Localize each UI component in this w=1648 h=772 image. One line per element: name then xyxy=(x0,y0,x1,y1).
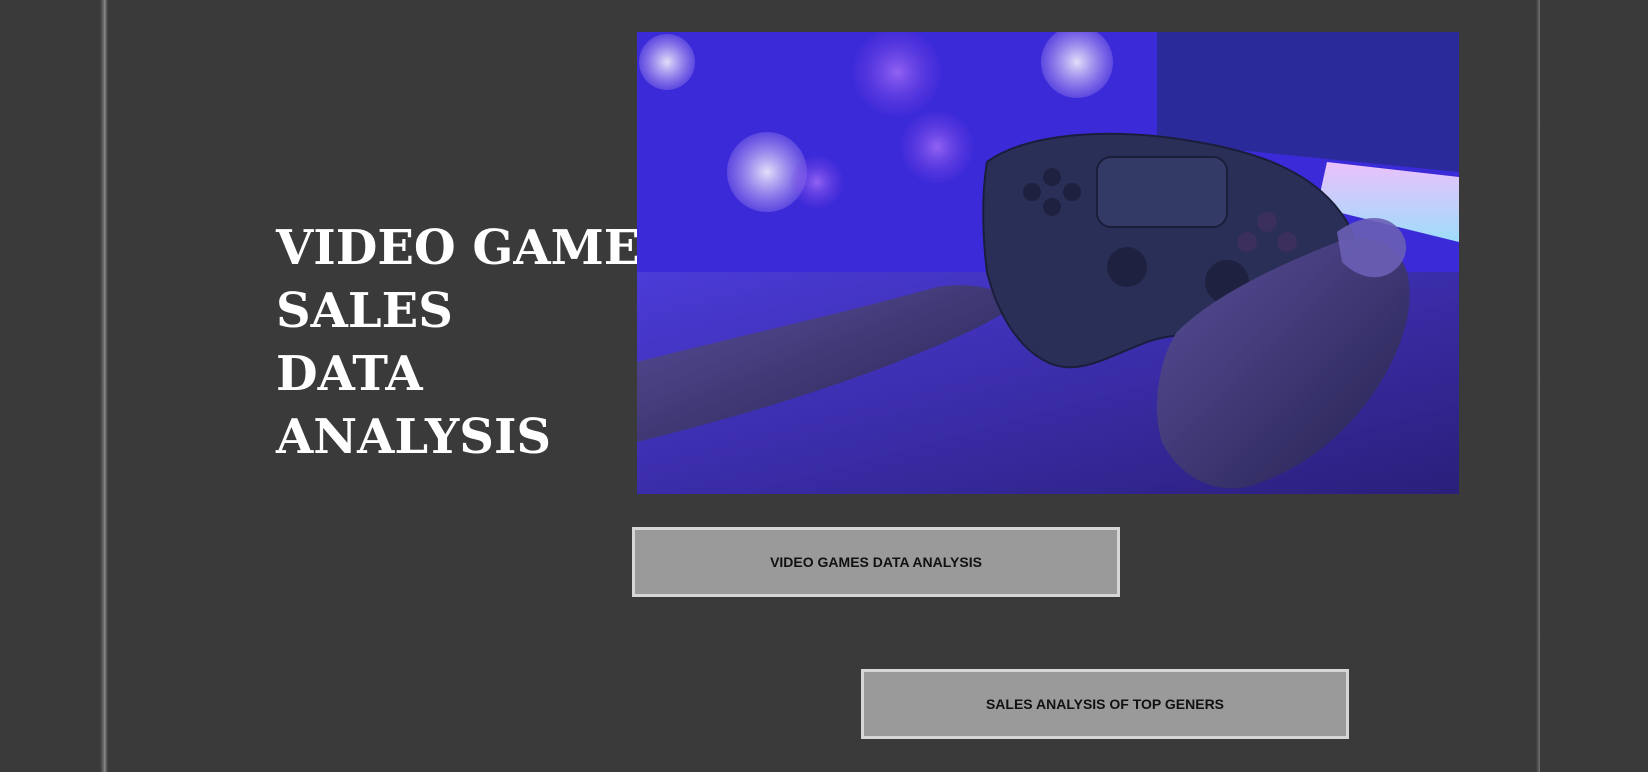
sales-analysis-top-genres-label: SALES ANALYSIS OF TOP GENERS xyxy=(985,696,1225,712)
title-line-1: VIDEO GAMES xyxy=(276,220,676,276)
video-games-data-analysis-label: VIDEO GAMES DATA ANALYSIS xyxy=(770,554,982,570)
page-title: VIDEO GAMES SALES DATA ANALYSIS xyxy=(276,217,676,469)
title-line-4: ANALYSIS xyxy=(276,409,552,465)
left-gutter xyxy=(0,0,104,772)
right-gutter xyxy=(1540,0,1648,772)
video-games-data-analysis-button[interactable]: VIDEO GAMES DATA ANALYSIS xyxy=(632,527,1120,597)
title-line-3: DATA xyxy=(276,346,423,402)
sales-analysis-top-genres-button[interactable]: SALES ANALYSIS OF TOP GENERS xyxy=(861,669,1349,739)
hero-image-gamepad xyxy=(637,32,1459,494)
title-line-2: SALES xyxy=(276,283,453,339)
left-page-edge xyxy=(100,0,108,772)
gamepad-photo-icon xyxy=(637,32,1459,494)
